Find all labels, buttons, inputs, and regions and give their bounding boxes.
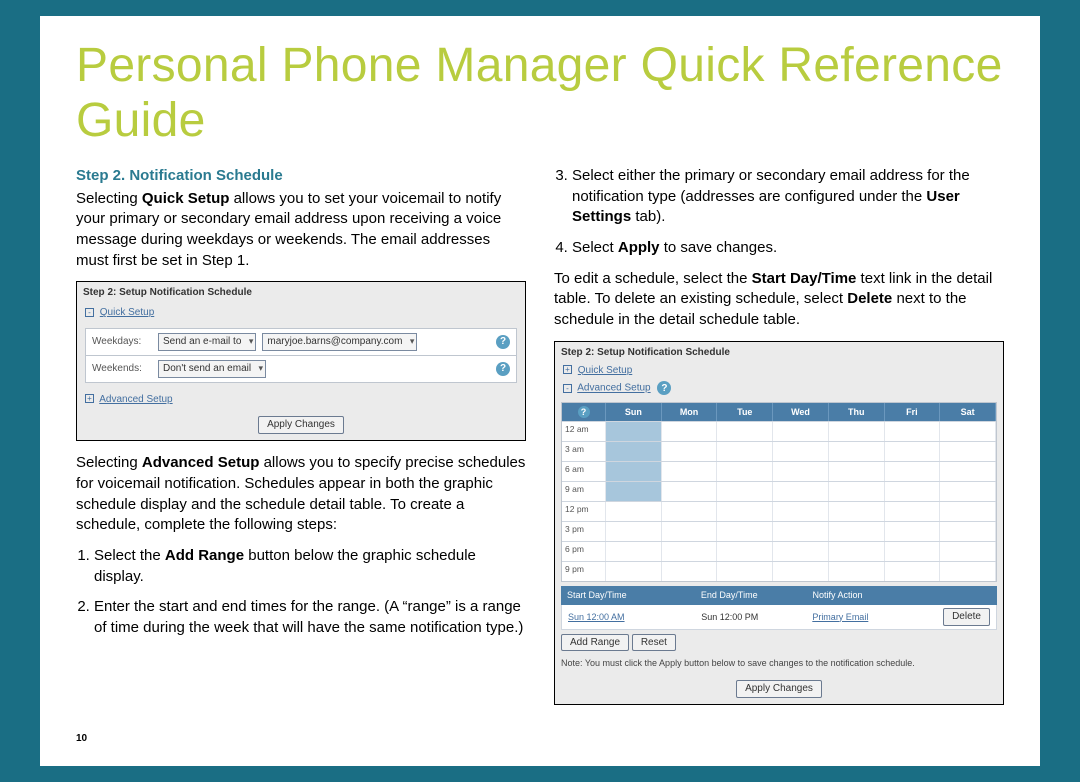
schedule-body: 12 am 3 am 6 am 9 am 12 pm 3 pm 6 pm 9 p… — [562, 421, 996, 581]
start-day-time-link[interactable]: Sun 12:00 AM — [568, 611, 701, 623]
help-icon[interactable]: ? — [657, 381, 671, 395]
weekdays-email-select[interactable]: maryjoe.barns@company.com — [262, 333, 417, 351]
apply-changes-button[interactable]: Apply Changes — [258, 416, 344, 434]
schedule-grid: ? Sun Mon Tue Wed Thu Fri Sat 12 am 3 am… — [561, 402, 997, 583]
schedule-cell-marked[interactable] — [606, 482, 662, 501]
day-header: Thu — [829, 403, 885, 422]
advanced-setup-link[interactable]: Advanced Setup — [577, 383, 650, 394]
expand-icon: + — [563, 365, 572, 374]
panel-title: Step 2: Setup Notification Schedule — [555, 342, 1003, 362]
edit-delete-paragraph: To edit a schedule, select the Start Day… — [554, 269, 1004, 331]
detail-row: Sun 12:00 AM Sun 12:00 PM Primary Email … — [561, 605, 997, 630]
right-column: Select either the primary or secondary e… — [554, 166, 1004, 717]
step-4: Select Apply to save changes. — [572, 238, 1004, 259]
collapse-icon: - — [563, 384, 572, 393]
step-1: Select the Add Range button below the gr… — [94, 546, 526, 587]
weekends-action-select[interactable]: Don't send an email — [158, 360, 266, 378]
schedule-cell-marked[interactable] — [606, 442, 662, 461]
detail-header: Start Day/Time End Day/Time Notify Actio… — [561, 586, 997, 604]
expand-icon: + — [85, 394, 94, 403]
day-header: Tue — [717, 403, 773, 422]
page-number: 10 — [76, 733, 87, 744]
quick-setup-link[interactable]: Quick Setup — [578, 365, 632, 376]
step-heading: Step 2. Notification Schedule — [76, 166, 526, 187]
panel-title: Step 2: Setup Notification Schedule — [77, 282, 525, 302]
weekends-label: Weekends: — [92, 362, 152, 376]
collapse-icon: - — [85, 308, 94, 317]
day-header: Sun — [606, 403, 662, 422]
steps-list-right: Select either the primary or secondary e… — [554, 166, 1004, 259]
day-header: Wed — [773, 403, 829, 422]
quick-setup-paragraph: Selecting Quick Setup allows you to set … — [76, 189, 526, 272]
notify-action-link[interactable]: Primary Email — [812, 611, 923, 623]
advanced-setup-panel: Step 2: Setup Notification Schedule + Qu… — [554, 341, 1004, 705]
page-title: Personal Phone Manager Quick Reference G… — [76, 38, 1004, 148]
quick-setup-link[interactable]: Quick Setup — [100, 307, 154, 318]
help-icon[interactable]: ? — [578, 406, 590, 418]
step-3: Select either the primary or secondary e… — [572, 166, 1004, 228]
help-icon[interactable]: ? — [496, 362, 510, 376]
left-column: Step 2. Notification Schedule Selecting … — [76, 166, 526, 717]
delete-button[interactable]: Delete — [943, 608, 990, 626]
schedule-header-row: ? Sun Mon Tue Wed Thu Fri Sat — [562, 403, 996, 422]
apply-changes-button[interactable]: Apply Changes — [736, 680, 822, 698]
end-day-time: Sun 12:00 PM — [701, 611, 812, 623]
schedule-cell-marked[interactable] — [606, 422, 662, 441]
steps-list-left: Select the Add Range button below the gr… — [76, 546, 526, 639]
two-column-layout: Step 2. Notification Schedule Selecting … — [76, 166, 1004, 717]
day-header: Mon — [662, 403, 718, 422]
reset-button[interactable]: Reset — [632, 634, 676, 652]
advanced-setup-link[interactable]: Advanced Setup — [99, 394, 172, 405]
day-header: Fri — [885, 403, 941, 422]
note-text: Note: You must click the Apply button be… — [561, 657, 997, 669]
day-header: Sat — [940, 403, 996, 422]
help-icon[interactable]: ? — [496, 335, 510, 349]
weekdays-label: Weekdays: — [92, 335, 152, 349]
schedule-cell-marked[interactable] — [606, 462, 662, 481]
add-range-button[interactable]: Add Range — [561, 634, 629, 652]
document-page: Personal Phone Manager Quick Reference G… — [40, 16, 1040, 766]
quick-setup-panel: Step 2: Setup Notification Schedule - Qu… — [76, 281, 526, 441]
quick-setup-table: Weekdays: Send an e-mail to maryjoe.barn… — [85, 328, 517, 383]
step-2: Enter the start and end times for the ra… — [94, 597, 526, 638]
advanced-setup-paragraph: Selecting Advanced Setup allows you to s… — [76, 453, 526, 536]
weekdays-action-select[interactable]: Send an e-mail to — [158, 333, 256, 351]
